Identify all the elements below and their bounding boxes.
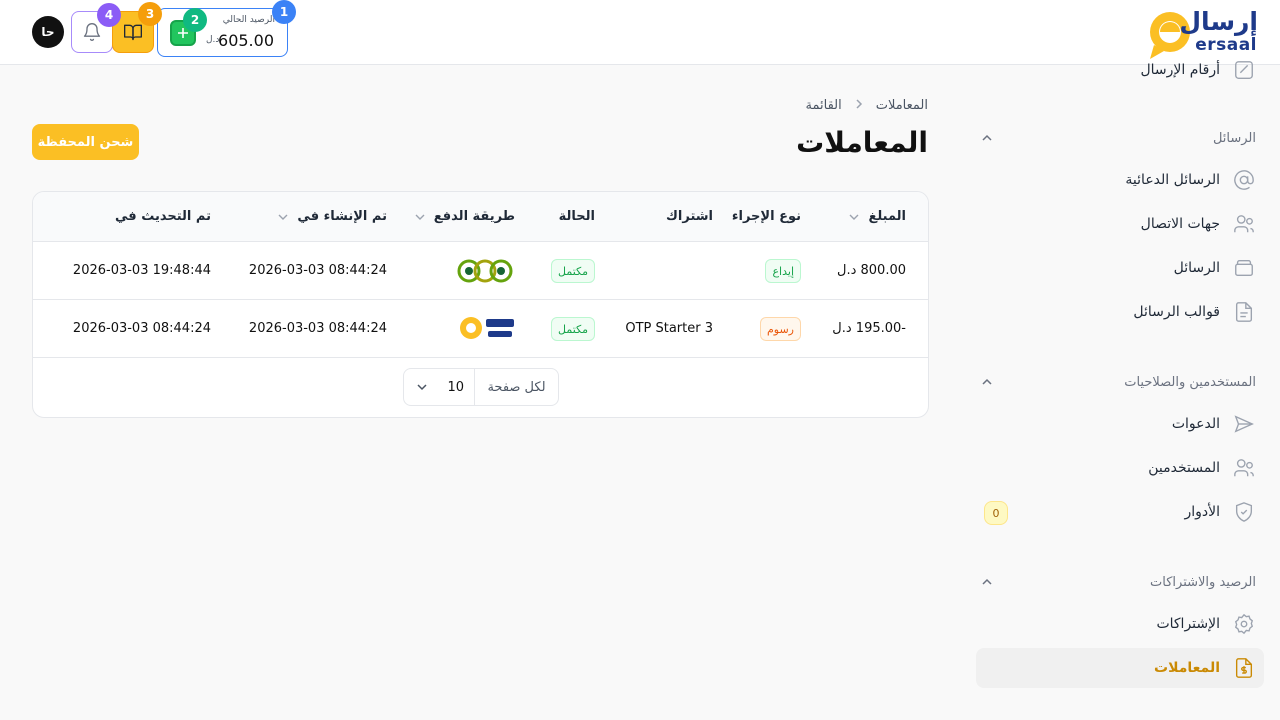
bell-icon	[83, 23, 101, 41]
table-header: المبلغ نوع الإجراء اشتراك الحالة طريقة ا…	[33, 192, 928, 242]
pagination-per-page: لكل صفحة 10	[403, 368, 559, 406]
tour-badge-1: 1	[272, 0, 296, 24]
breadcrumb: المعاملات القائمة	[806, 98, 929, 113]
action-type-badge: إيداع	[765, 259, 801, 283]
sidebar-item-label: أرقام الإرسال	[1140, 62, 1220, 78]
per-page-label: لكل صفحة	[474, 369, 558, 405]
sidebar-item-label: الإشتراكات	[1156, 616, 1220, 632]
inbox-icon	[1232, 256, 1256, 280]
status-badge: مكتمل	[551, 317, 595, 341]
sidebar-item-messages[interactable]: الرسائل	[976, 248, 1256, 288]
section-balance-subscriptions[interactable]: الرصيد والاشتراكات	[976, 568, 1256, 596]
section-label: الرصيد والاشتراكات	[1150, 574, 1256, 590]
breadcrumb-item-list: القائمة	[805, 98, 842, 113]
column-updated-at: تم التحديث في	[115, 209, 211, 224]
column-label: تم الإنشاء في	[297, 209, 387, 224]
sidebar-item-contacts[interactable]: جهات الاتصال	[976, 204, 1256, 244]
avatar[interactable]: حا	[32, 16, 64, 48]
cell-subscription: OTP Starter 3	[625, 321, 713, 336]
tour-badge-4: 4	[97, 3, 121, 27]
column-label: المبلغ	[868, 209, 906, 224]
per-page-value: 10	[447, 379, 464, 395]
cell-created-at: 2026-03-03 08:44:24	[248, 321, 387, 336]
book-icon	[124, 24, 142, 41]
sidebar-item-label: الدعوات	[1171, 416, 1220, 432]
page-title: المعاملات	[796, 126, 928, 159]
sidebar-item-invitations[interactable]: الدعوات	[976, 404, 1256, 444]
cell-updated-at: 2026-03-03 08:44:24	[72, 321, 211, 336]
column-payment-method[interactable]: طريقة الدفع	[414, 209, 515, 224]
chevron-up-icon	[982, 578, 992, 585]
balance-widget: الرصيد الحالي د.ل 605.00	[157, 8, 288, 57]
top-up-wallet-button[interactable]: شحن المحفظة	[32, 124, 139, 160]
sidebar-item-label: قوالب الرسائل	[1133, 304, 1220, 320]
chevron-down-icon	[415, 214, 425, 220]
cell-updated-at: 2026-03-03 19:48:44	[72, 263, 211, 278]
column-action-type: نوع الإجراء	[731, 209, 801, 224]
send-icon	[1232, 412, 1256, 436]
balance-value: 605.00	[218, 31, 274, 50]
sidebar-item-sender-numbers[interactable]: أرقام الإرسال	[976, 50, 1256, 90]
column-label: طريقة الدفع	[433, 209, 515, 224]
sidebar-item-templates[interactable]: قوالب الرسائل	[976, 292, 1256, 332]
sidebar-item-transactions[interactable]: المعاملات	[976, 648, 1264, 688]
section-label: الرسائل	[1212, 130, 1256, 146]
tour-badge-2: 2	[183, 8, 207, 32]
chevron-up-icon	[982, 378, 992, 385]
section-users-permissions[interactable]: المستخدمين والصلاحيات	[976, 368, 1256, 396]
sidebar-item-subscriptions[interactable]: الإشتراكات	[976, 604, 1256, 644]
sidebar-item-roles[interactable]: الأدوار	[976, 492, 1256, 532]
file-dollar-icon	[1232, 656, 1256, 680]
file-text-icon	[1232, 300, 1256, 324]
tour-badge-3: 3	[138, 2, 162, 26]
breadcrumb-item-transactions[interactable]: المعاملات	[876, 98, 928, 113]
status-badge: مكتمل	[551, 259, 595, 283]
at-sign-icon	[1232, 168, 1256, 192]
sidebar-item-users[interactable]: المستخدمين	[976, 448, 1256, 488]
sidebar-item-label: جهات الاتصال	[1140, 216, 1220, 232]
action-type-badge: رسوم	[759, 317, 801, 341]
logo-text-arabic: إرسال	[1179, 7, 1258, 36]
sidebar-item-label: الرسائل	[1173, 260, 1220, 276]
table-row[interactable]: 800.00 د.ل إيداع مكتمل 2026-03-03 08:44:…	[33, 242, 928, 300]
sidebar-item-campaigns[interactable]: الرسائل الدعائية	[976, 160, 1256, 200]
sidebar-item-label: المستخدمين	[1148, 460, 1220, 476]
section-label: المستخدمين والصلاحيات	[1124, 374, 1256, 390]
column-status: الحالة	[558, 209, 595, 224]
cell-amount: -195.00 د.ل	[832, 321, 906, 336]
chevron-down-icon	[417, 384, 427, 391]
column-amount[interactable]: المبلغ	[848, 209, 906, 224]
sidebar-item-label: المعاملات	[1154, 660, 1220, 676]
ersaal-logo-icon	[460, 317, 514, 339]
transactions-table: المبلغ نوع الإجراء اشتراك الحالة طريقة ا…	[32, 191, 929, 418]
section-messages[interactable]: الرسائل	[976, 124, 1256, 152]
column-subscription: اشتراك	[665, 209, 713, 224]
column-created-at[interactable]: تم الإنشاء في	[277, 209, 387, 224]
table-row[interactable]: -195.00 د.ل رسوم OTP Starter 3 مكتمل 202…	[33, 300, 928, 358]
badge-icon	[1232, 612, 1256, 636]
chevron-up-icon	[982, 134, 992, 141]
roles-count-badge: 0	[984, 501, 1008, 525]
card-provider-logo-icon	[457, 259, 513, 283]
chevron-down-icon	[278, 214, 288, 220]
sidebar: أرقام الإرسال الرسائل الرسائل الدعائية ج…	[968, 61, 1280, 720]
users-icon	[1232, 212, 1256, 236]
cell-amount: 800.00 د.ل	[837, 263, 906, 278]
shield-check-icon	[1232, 500, 1256, 524]
sidebar-item-label: الرسائل الدعائية	[1125, 172, 1220, 188]
per-page-select[interactable]: 10	[404, 369, 474, 405]
balance-label: الرصيد الحالي	[222, 15, 275, 25]
cell-created-at: 2026-03-03 08:44:24	[248, 263, 387, 278]
chevron-down-icon	[849, 214, 859, 220]
chevron-left-icon	[854, 98, 864, 113]
sidebar-item-label: الأدوار	[1184, 504, 1220, 520]
sender-numbers-icon	[1232, 58, 1256, 82]
users-icon	[1232, 456, 1256, 480]
